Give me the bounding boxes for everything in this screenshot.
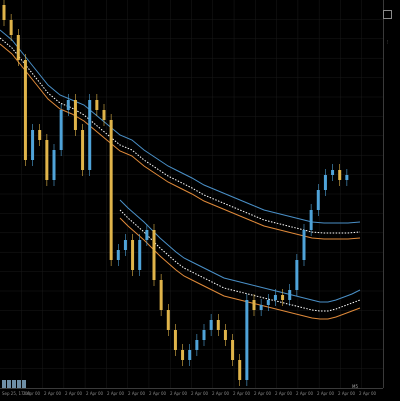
symbol-vertical-label: ... [386, 40, 391, 44]
candle-body [166, 310, 170, 330]
candle-body [202, 330, 206, 340]
candle-body [52, 150, 56, 180]
tool-5-button[interactable] [22, 380, 26, 388]
trading-chart-window: ... Sep 25, 17:00 2 Apr 00 2 Apr 00 2 Apr 0… [0, 0, 400, 401]
time-tick-label: 2 Apr 00 [275, 391, 293, 396]
time-tick-label: 2 Apr 00 [233, 391, 251, 396]
candle-body [188, 350, 192, 360]
candle-body [66, 100, 70, 110]
candle-body [116, 250, 120, 260]
candle-body [16, 35, 20, 60]
candle-body [159, 280, 163, 310]
bottom-left-toolbar [2, 380, 28, 388]
candle-body [59, 110, 63, 150]
chart-corner-button[interactable] [383, 10, 392, 19]
candle-body [181, 350, 185, 360]
candle-body [2, 5, 6, 20]
time-tick-label: 2 Apr 00 [359, 391, 377, 396]
time-tick-label: 2 Apr 00 [191, 391, 209, 396]
candle-body [73, 100, 77, 130]
candle-body [145, 230, 149, 240]
tool-2-button[interactable] [7, 380, 11, 388]
tool-4-button[interactable] [17, 380, 21, 388]
candle-body [195, 340, 199, 350]
time-tick-label: 2 Apr 00 [296, 391, 314, 396]
candle-body [152, 230, 156, 280]
candle-body [9, 20, 13, 35]
candle-body [88, 100, 92, 170]
tool-3-button[interactable] [12, 380, 16, 388]
candle-body [131, 240, 135, 270]
price-axis[interactable] [383, 0, 400, 388]
candle-body [109, 120, 113, 260]
time-tick-label: 2 Apr 00 [23, 391, 41, 396]
candle-body [45, 140, 49, 180]
candle-body [323, 175, 327, 190]
candle-body [281, 295, 285, 300]
candle-body [252, 300, 256, 310]
timeframe-label: M5 [352, 384, 358, 389]
candle-body [309, 210, 313, 230]
time-tick-label: 2 Apr 00 [338, 391, 356, 396]
candle-body [138, 240, 142, 270]
candle-body [345, 175, 349, 180]
lower-band-mid-line [119, 209, 361, 312]
candle-body [38, 130, 42, 140]
candle-body [95, 100, 99, 110]
candle-body [102, 110, 106, 120]
candle-body [288, 290, 292, 300]
candle-body [81, 130, 85, 170]
time-tick-label: 2 Apr 00 [317, 391, 335, 396]
candle-body [231, 340, 235, 360]
candle-body [302, 230, 306, 260]
time-tick-label: 2 Apr 00 [44, 391, 62, 396]
candle-body [331, 170, 335, 175]
upper-band-lower-line [0, 43, 361, 240]
candle-body [238, 360, 242, 380]
time-tick-label: 2 Apr 00 [86, 391, 104, 396]
upper-band-mid-line [0, 37, 361, 234]
time-tick-label: 2 Apr 00 [149, 391, 167, 396]
time-tick-label: 2 Apr 00 [170, 391, 188, 396]
candle-body [23, 60, 27, 160]
candle-body [273, 295, 277, 300]
tool-1-button[interactable] [2, 380, 6, 388]
time-tick-label: 2 Apr 00 [107, 391, 125, 396]
lower-band-line [119, 199, 361, 303]
candle-body [338, 170, 342, 180]
candle-body [216, 320, 220, 330]
candle-body [173, 330, 177, 350]
candle-body [266, 300, 270, 305]
time-axis[interactable]: Sep 25, 17:00 2 Apr 00 2 Apr 00 2 Apr 00 2 A… [0, 388, 383, 401]
candle-body [209, 320, 213, 330]
candle-body [259, 305, 263, 310]
time-tick-label: 2 Apr 00 [128, 391, 146, 396]
candle-body [316, 190, 320, 210]
time-tick-label: 2 Apr 00 [212, 391, 230, 396]
candle-body [245, 300, 249, 380]
time-tick-label: 2 Apr 00 [65, 391, 83, 396]
candle-body [223, 330, 227, 340]
candle-body [295, 260, 299, 290]
price-chart-plot[interactable] [0, 0, 383, 388]
candle-body [31, 130, 35, 160]
candle-body [123, 240, 127, 250]
time-tick-label: 2 Apr 00 [254, 391, 272, 396]
